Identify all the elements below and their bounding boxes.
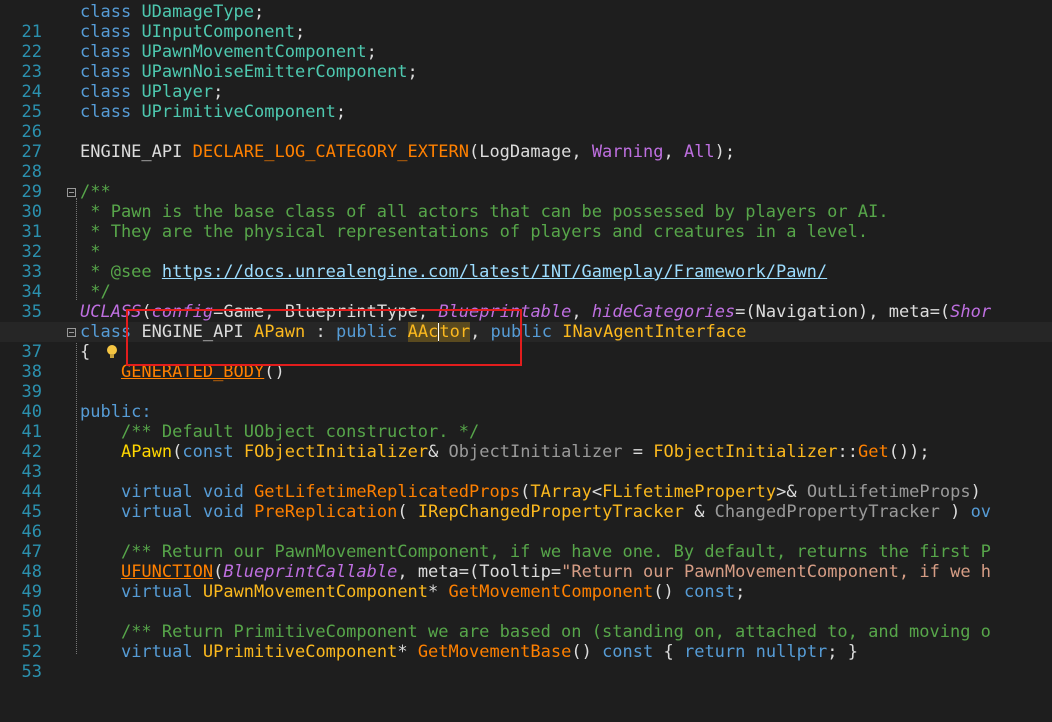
code-line: 31 * Pawn is the base class of all actor…: [0, 202, 1052, 242]
doc-link[interactable]: https://docs.unrealengine.com/latest/INT…: [162, 262, 827, 282]
code-line: 43 APawn(const FObjectInitializer& Objec…: [0, 442, 1052, 482]
code-line: 47: [0, 522, 1052, 562]
code-line: 51: [0, 602, 1052, 642]
code-line: 35 */: [0, 282, 1052, 322]
code-line: 44: [0, 462, 1052, 502]
code-line: 25 class UPlayer;: [0, 82, 1052, 122]
code-line: 46 virtual void PreReplication( IRepChan…: [0, 502, 1052, 542]
code-line: 32 * They are the physical representatio…: [0, 222, 1052, 262]
code-line: 21 class UDamageType;: [0, 2, 1052, 42]
code-line: 41 public:: [0, 402, 1052, 442]
collapse-toggle-icon[interactable]: [67, 328, 76, 337]
code-line: 34 * @see https://docs.unrealengine.com/…: [0, 262, 1052, 302]
code-line: 42 /** Default UObject constructor. */: [0, 422, 1052, 462]
highlight-box: [126, 309, 522, 366]
code-line: 29: [0, 162, 1052, 202]
code-editor[interactable]: 21 class UDamageType; 22 class UInputCom…: [0, 0, 1052, 682]
code-line: 48 /** Return our PawnMovementComponent,…: [0, 542, 1052, 582]
code-line: 45 virtual void GetLifetimeReplicatedPro…: [0, 482, 1052, 522]
code-line: 24 class UPawnNoiseEmitterComponent;: [0, 62, 1052, 102]
code-line: 53 virtual UPrimitiveComponent* GetMovem…: [0, 642, 1052, 682]
code-line: 33 *: [0, 242, 1052, 282]
code-line: 40: [0, 382, 1052, 422]
collapse-toggle-icon[interactable]: [67, 188, 76, 197]
code-line: 28 ENGINE_API DECLARE_LOG_CATEGORY_EXTER…: [0, 142, 1052, 182]
code-line: 26 class UPrimitiveComponent;: [0, 102, 1052, 142]
code-line: 30 /**: [0, 182, 1052, 222]
code-line: 23 class UPawnMovementComponent;: [0, 42, 1052, 82]
code-line: 50 virtual UPawnMovementComponent* GetMo…: [0, 582, 1052, 622]
code-line: 49 UFUNCTION(BlueprintCallable, meta=(To…: [0, 562, 1052, 602]
code-line: 22 class UInputComponent;: [0, 22, 1052, 62]
line-number: 53: [21, 662, 42, 682]
code-line: 52 /** Return PrimitiveComponent we are …: [0, 622, 1052, 662]
code-line: 27: [0, 122, 1052, 162]
